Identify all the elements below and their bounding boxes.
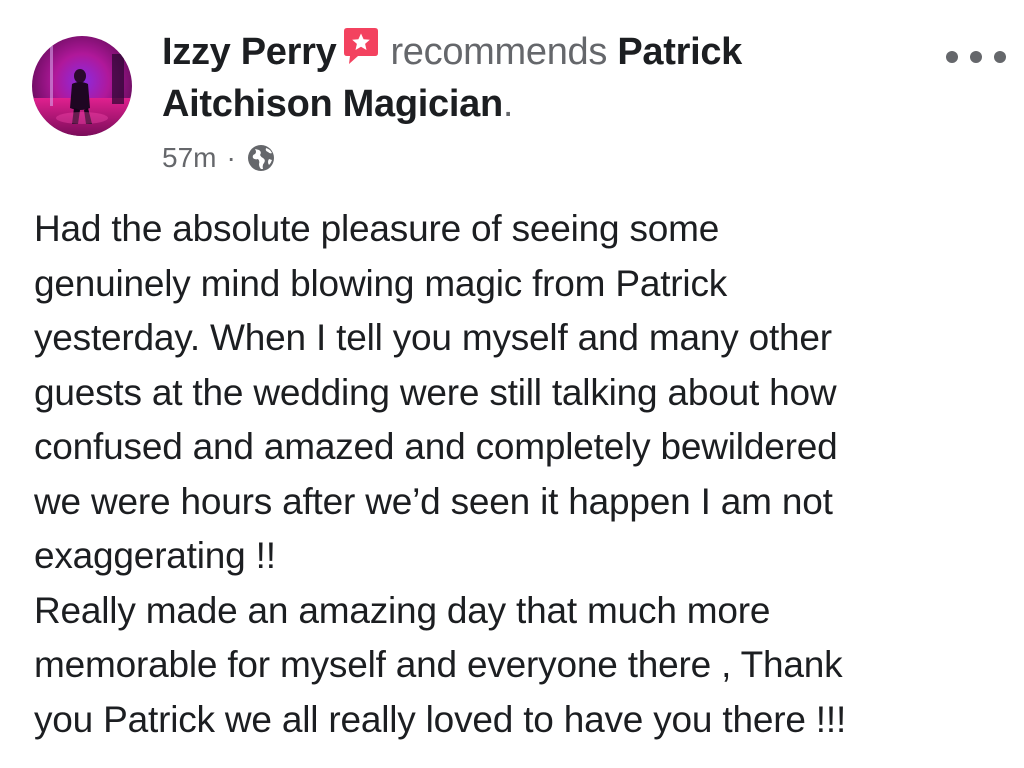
page-name-line1[interactable]: Patrick bbox=[617, 31, 742, 73]
post-body-line: Really made an amazing day that much mor… bbox=[34, 589, 771, 631]
avatar[interactable] bbox=[32, 36, 132, 136]
post-meta: 57m · bbox=[162, 138, 276, 178]
globe-icon[interactable] bbox=[246, 143, 276, 173]
post-body-line: guests at the wedding were still talking… bbox=[34, 371, 837, 413]
post-body-line: memorable for myself and everyone there … bbox=[34, 644, 843, 685]
post-body: Had the absolute pleasure of seeing some… bbox=[34, 202, 1004, 747]
more-options-button[interactable] bbox=[946, 42, 1006, 72]
timestamp[interactable]: 57m bbox=[162, 142, 216, 174]
page-name-line2[interactable]: Aitchison Magician bbox=[162, 83, 503, 125]
author-name[interactable]: Izzy Perry bbox=[162, 31, 337, 73]
post-body-line: genuinely mind blowing magic from Patric… bbox=[34, 262, 728, 304]
post-body-line: yesterday. When I tell you myself and ma… bbox=[34, 317, 832, 358]
more-dot bbox=[970, 51, 982, 63]
post-header: Izzy Perry recommends Patrick Aitchison … bbox=[162, 26, 922, 130]
post-body-line: you Patrick we all really loved to have … bbox=[34, 698, 847, 740]
action-verb: recommends bbox=[390, 31, 608, 73]
meta-separator: · bbox=[226, 142, 236, 173]
period: . bbox=[502, 83, 514, 125]
facebook-recommendation-post: Izzy Perry recommends Patrick Aitchison … bbox=[0, 0, 1024, 768]
post-body-line: Had the absolute pleasure of seeing some bbox=[34, 208, 720, 249]
more-options-icon bbox=[946, 51, 958, 63]
post-body-line: we were hours after we’d seen it happen … bbox=[34, 480, 833, 522]
recommend-star-icon bbox=[342, 26, 380, 66]
more-dot bbox=[994, 51, 1006, 63]
post-body-line: confused and amazed and completely bewil… bbox=[34, 426, 838, 467]
post-body-line: exaggerating !! bbox=[34, 535, 276, 576]
